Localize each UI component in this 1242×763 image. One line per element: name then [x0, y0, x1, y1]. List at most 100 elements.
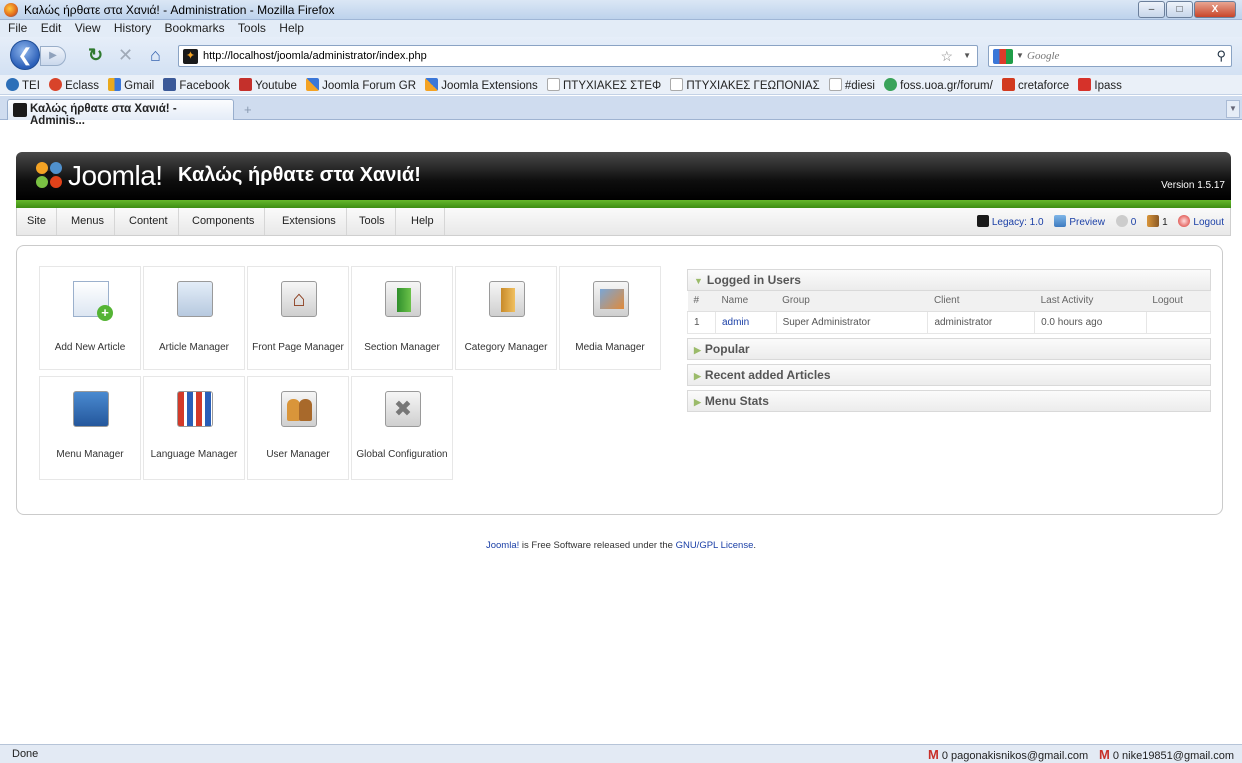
admin-menu-help[interactable]: Help	[401, 208, 445, 235]
section-manager-icon	[385, 281, 421, 317]
joomla-header: Joomla! Καλώς ήρθατε στα Χανιά! Version …	[16, 152, 1231, 200]
license-link[interactable]: GNU/GPL License	[676, 540, 754, 551]
bookmark-label: ΠΤΥΧΙΑΚΕΣ ΣΤΕΦ	[563, 80, 662, 92]
logout-icon	[1178, 215, 1191, 227]
menu-help[interactable]: Help	[274, 20, 309, 35]
recent-articles-panel-header[interactable]: ▶ Recent added Articles	[687, 363, 1211, 386]
admin-menu-content[interactable]: Content	[119, 208, 179, 235]
panel-title: Popular	[704, 341, 750, 356]
bookmark-facebook[interactable]: Facebook	[163, 75, 230, 92]
user-name-link[interactable]: admin	[714, 310, 777, 334]
back-button[interactable]: ❮	[10, 40, 40, 70]
add-new-article-button[interactable]: + Add New Article	[39, 266, 141, 370]
article-manager-button[interactable]: Article Manager	[143, 266, 245, 370]
admin-menu-extensions[interactable]: Extensions	[272, 208, 347, 235]
new-tab-button[interactable]: +	[244, 102, 252, 117]
bookmark-cretaforce-icon	[1002, 78, 1016, 91]
admin-menu-menus[interactable]: Menus	[61, 208, 116, 235]
menu-stats-panel-header[interactable]: ▶ Menu Stats	[687, 389, 1211, 412]
gmail-notifier-1[interactable]: M0 pagonakisnikos@gmail.com	[928, 747, 1088, 762]
front-page-manager-button[interactable]: ⌂ Front Page Manager	[247, 266, 349, 370]
users-icon	[1147, 215, 1160, 227]
bookmark-tei-icon	[6, 78, 19, 91]
preview-link[interactable]: Preview	[1054, 215, 1105, 228]
bookmark-star-icon[interactable]: ☆	[940, 48, 953, 65]
bookmark-label: #diesi	[844, 80, 875, 92]
bookmark-label: Ipass	[1094, 80, 1122, 92]
menu-edit[interactable]: Edit	[36, 20, 67, 35]
bookmark-gmail[interactable]: Gmail	[108, 75, 154, 92]
site-title: Καλώς ήρθατε στα Χανιά!	[178, 164, 421, 186]
bookmark-ipass[interactable]: Ipass	[1078, 75, 1122, 92]
tab-favicon-icon	[13, 103, 27, 117]
messages-link[interactable]: 0	[1115, 215, 1137, 228]
forward-button[interactable]: ▶	[40, 46, 66, 66]
bookmark-label: Eclass	[65, 80, 99, 92]
bookmark-eclass[interactable]: Eclass	[49, 75, 99, 92]
bookmark-foss-uoa[interactable]: foss.uoa.gr/forum/	[884, 75, 993, 92]
popular-panel-header[interactable]: ▶ Popular	[687, 337, 1211, 360]
bookmark-youtube[interactable]: Youtube	[239, 75, 297, 92]
menu-view[interactable]: View	[70, 20, 106, 35]
bookmark-label: Youtube	[255, 80, 297, 92]
admin-menu-site[interactable]: Site	[17, 208, 57, 235]
tab-list-dropdown-icon[interactable]: ▼	[1226, 100, 1240, 118]
quickicon-label: Media Manager	[575, 342, 645, 353]
menu-manager-button[interactable]: Menu Manager	[39, 376, 141, 480]
bookmark-ptyxiakes-geoponias[interactable]: ΠΤΥΧΙΑΚΕΣ ΓΕΩΠΟΝΙΑΣ	[670, 75, 820, 92]
admin-menu-components[interactable]: Components	[182, 208, 266, 235]
media-manager-button[interactable]: Media Manager	[559, 266, 661, 370]
global-configuration-button[interactable]: ✖ Global Configuration	[351, 376, 453, 480]
user-manager-button[interactable]: User Manager	[247, 376, 349, 480]
admin-menu-tools[interactable]: Tools	[349, 208, 396, 235]
panel-title: Recent added Articles	[704, 367, 831, 382]
menu-bookmarks[interactable]: Bookmarks	[160, 20, 230, 35]
bookmark-page-icon	[547, 78, 560, 91]
url-input[interactable]	[203, 48, 903, 64]
bookmark-cretaforce[interactable]: cretaforce	[1002, 75, 1069, 92]
maximize-button[interactable]: □	[1166, 1, 1193, 18]
bookmark-joomla-icon	[306, 78, 320, 91]
url-dropdown-icon[interactable]: ▼	[963, 51, 971, 60]
reload-icon[interactable]: ↻	[88, 45, 103, 65]
messages-count: 0	[1130, 217, 1137, 228]
cell-group: Super Administrator	[775, 310, 929, 334]
bookmark-tei[interactable]: TEI	[6, 75, 40, 92]
expand-triangle-icon: ▶	[694, 344, 701, 355]
bookmark-page-icon	[828, 78, 842, 91]
bookmark-facebook-icon	[163, 78, 177, 91]
bookmark-ptyxiakes-stef[interactable]: ΠΤΥΧΙΑΚΕΣ ΣΤΕΦ	[547, 75, 661, 92]
search-engine-icon[interactable]	[993, 49, 1013, 64]
preview-icon	[1054, 215, 1067, 227]
minimize-button[interactable]: –	[1138, 1, 1165, 18]
gmail-notifier-2[interactable]: M0 nike19851@gmail.com	[1099, 747, 1234, 762]
search-input[interactable]	[1027, 48, 1197, 64]
search-engine-dropdown-icon[interactable]: ▼	[1016, 51, 1024, 60]
menu-tools[interactable]: Tools	[233, 20, 271, 35]
bookmark-joomla-extensions[interactable]: Joomla Extensions	[425, 75, 538, 92]
col-header-logout: Logout	[1146, 291, 1211, 312]
bookmark-page-icon	[670, 78, 684, 91]
quickicon-label: Global Configuration	[356, 449, 448, 460]
bookmark-diesi[interactable]: #diesi	[828, 75, 875, 92]
logout-link[interactable]: Logout	[1178, 215, 1224, 228]
bookmark-label: Gmail	[124, 80, 155, 92]
search-box: ▼ ⚲	[988, 45, 1232, 67]
search-icon[interactable]: ⚲	[1216, 48, 1226, 64]
language-manager-button[interactable]: Language Manager	[143, 376, 245, 480]
bookmark-joomla-forum-gr[interactable]: Joomla Forum GR	[306, 75, 416, 92]
home-icon[interactable]: ⌂	[150, 45, 161, 65]
logged-in-users-panel-header[interactable]: ▼ Logged in Users	[687, 269, 1211, 291]
menu-file[interactable]: File	[0, 20, 32, 35]
col-header-number: #	[687, 291, 716, 312]
joomla-link[interactable]: Joomla!	[486, 540, 519, 551]
close-window-button[interactable]: X	[1194, 1, 1236, 18]
section-manager-button[interactable]: Section Manager	[351, 266, 453, 370]
expand-triangle-icon: ▶	[694, 370, 701, 381]
cell-client: administrator	[927, 310, 1036, 334]
browser-menubar: File Edit View History Bookmarks Tools H…	[0, 20, 1242, 37]
category-manager-button[interactable]: Category Manager	[455, 266, 557, 370]
menu-history[interactable]: History	[109, 20, 156, 35]
stop-icon[interactable]: ✕	[118, 45, 133, 65]
browser-tab[interactable]: Καλώς ήρθατε στα Χανιά! - Adminis...	[7, 99, 234, 127]
